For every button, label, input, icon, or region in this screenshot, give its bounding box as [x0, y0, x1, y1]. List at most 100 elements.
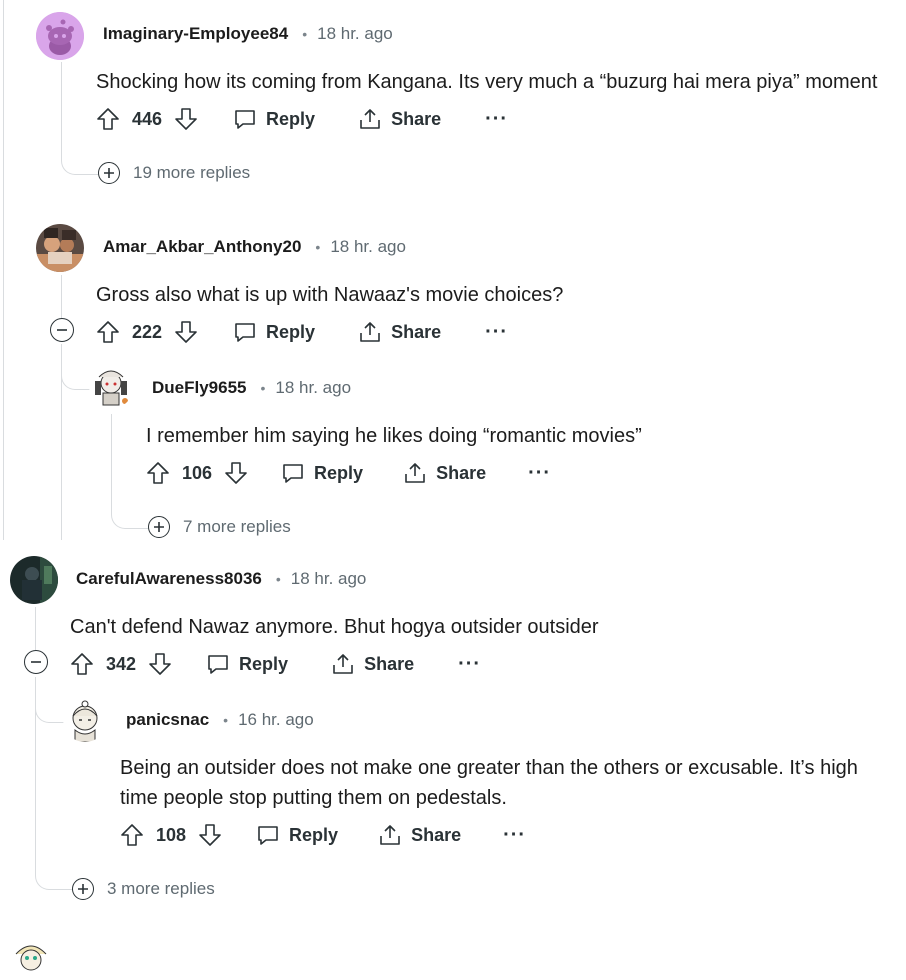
- avatar[interactable]: [36, 224, 84, 272]
- more-replies-button[interactable]: 7 more replies: [148, 516, 291, 538]
- comment-body: Gross also what is up with Nawaaz's movi…: [96, 284, 564, 306]
- upvote-button[interactable]: [95, 106, 121, 132]
- upvote-button[interactable]: [145, 460, 171, 486]
- share-icon: [360, 322, 380, 342]
- reply-label: Reply: [266, 108, 316, 129]
- thread-line: [84, 745, 85, 805]
- avatar[interactable]: [89, 365, 133, 409]
- more-replies-button[interactable]: 19 more replies: [98, 162, 251, 184]
- comment-actions: 342 Reply Share ···: [69, 647, 481, 681]
- more-replies-label: 3 more replies: [107, 879, 215, 898]
- share-button[interactable]: Share: [358, 107, 441, 131]
- comment-body: I remember him saying he likes doing “ro…: [146, 425, 642, 447]
- downvote-button[interactable]: [197, 822, 223, 848]
- share-icon: [405, 463, 425, 483]
- upvote-button[interactable]: [95, 319, 121, 345]
- arrow-up-icon: [147, 462, 169, 484]
- thread-line[interactable]: [61, 346, 62, 540]
- comment-body: Shocking how its coming from Kangana. It…: [96, 71, 878, 93]
- anime-avatar-icon: [10, 938, 52, 980]
- share-button[interactable]: Share: [358, 320, 441, 344]
- share-icon: [333, 654, 353, 674]
- comment-timestamp[interactable]: 18 hr. ago: [291, 569, 367, 589]
- reply-button[interactable]: Reply: [233, 107, 315, 131]
- downvote-button[interactable]: [173, 106, 199, 132]
- arrow-down-icon: [175, 108, 197, 130]
- comment-author[interactable]: Imaginary-Employee84: [103, 24, 288, 44]
- comment-author[interactable]: panicsnac: [126, 710, 209, 730]
- share-label: Share: [436, 462, 487, 483]
- comment-body: Being an outsider does not make one grea…: [120, 757, 858, 809]
- thread-line: [61, 344, 92, 390]
- reply-label: Reply: [289, 824, 339, 845]
- user-photo-avatar-icon: [10, 556, 58, 604]
- comment-timestamp[interactable]: 18 hr. ago: [275, 378, 351, 398]
- reply-label: Reply: [239, 653, 289, 674]
- thread-line[interactable]: [3, 0, 4, 540]
- share-button[interactable]: Share: [378, 823, 461, 847]
- separator-dot: •: [223, 712, 229, 728]
- comment-timestamp[interactable]: 18 hr. ago: [330, 237, 406, 257]
- comment-body: Can't defend Nawaz anymore. Bhut hogya o…: [70, 616, 599, 638]
- comment-actions: 446 Reply Share ···: [95, 102, 508, 136]
- reply-button[interactable]: Reply: [256, 823, 338, 847]
- separator-dot: •: [315, 239, 321, 255]
- avatar[interactable]: [36, 12, 84, 60]
- downvote-button[interactable]: [173, 319, 199, 345]
- snoo-avatar-icon: [36, 12, 84, 60]
- speech-bubble-icon: [208, 655, 228, 674]
- avatar[interactable]: [63, 698, 107, 742]
- separator-dot: •: [275, 571, 281, 587]
- more-options-button[interactable]: ···: [485, 321, 508, 344]
- share-button[interactable]: Share: [403, 461, 486, 485]
- arrow-down-icon: [225, 462, 247, 484]
- more-options-button[interactable]: ···: [528, 462, 551, 485]
- minus-circle-icon: [57, 329, 67, 331]
- comment-author[interactable]: Amar_Akbar_Anthony20: [103, 237, 301, 257]
- vote-count: 446: [132, 108, 163, 129]
- plus-circle-icon: [98, 162, 120, 184]
- avatar[interactable]: [10, 938, 52, 980]
- comment-author[interactable]: DueFly9655: [152, 378, 247, 398]
- vote-count: 106: [182, 462, 213, 483]
- reply-button[interactable]: Reply: [206, 652, 288, 676]
- speech-bubble-icon: [235, 323, 255, 342]
- reply-button[interactable]: Reply: [281, 461, 363, 485]
- upvote-button[interactable]: [69, 651, 95, 677]
- more-options-button[interactable]: ···: [485, 108, 508, 131]
- avatar[interactable]: [10, 556, 58, 604]
- downvote-button[interactable]: [223, 460, 249, 486]
- comment-author[interactable]: CarefulAwareness8036: [76, 569, 262, 589]
- share-icon: [380, 825, 400, 845]
- thread-line[interactable]: [61, 275, 62, 318]
- vote-count: 342: [106, 653, 137, 674]
- plus-circle-icon: [148, 516, 170, 538]
- comment-actions: 106 Reply Share ···: [145, 456, 551, 490]
- arrow-up-icon: [97, 108, 119, 130]
- anime-avatar-icon: [63, 698, 107, 742]
- comment-actions: 222 Reply Share ···: [95, 315, 508, 349]
- collapse-thread-button[interactable]: [50, 318, 74, 342]
- downvote-button[interactable]: [147, 651, 173, 677]
- separator-dot: •: [302, 26, 308, 42]
- reply-button[interactable]: Reply: [233, 320, 315, 344]
- thread-line[interactable]: [35, 607, 36, 650]
- plus-circle-icon: [72, 878, 94, 900]
- upvote-button[interactable]: [119, 822, 145, 848]
- more-options-button[interactable]: ···: [503, 824, 526, 847]
- share-label: Share: [364, 653, 415, 674]
- reply-label: Reply: [266, 321, 316, 342]
- separator-dot: •: [260, 380, 266, 396]
- comment-timestamp[interactable]: 16 hr. ago: [238, 710, 314, 730]
- share-label: Share: [391, 108, 442, 129]
- arrow-up-icon: [97, 321, 119, 343]
- share-button[interactable]: Share: [331, 652, 414, 676]
- speech-bubble-icon: [235, 110, 255, 129]
- share-icon: [360, 109, 380, 129]
- more-replies-button[interactable]: 3 more replies: [72, 878, 215, 900]
- collapse-thread-button[interactable]: [24, 650, 48, 674]
- arrow-down-icon: [199, 824, 221, 846]
- speech-bubble-icon: [283, 464, 303, 483]
- comment-timestamp[interactable]: 18 hr. ago: [317, 24, 393, 44]
- more-options-button[interactable]: ···: [458, 653, 481, 676]
